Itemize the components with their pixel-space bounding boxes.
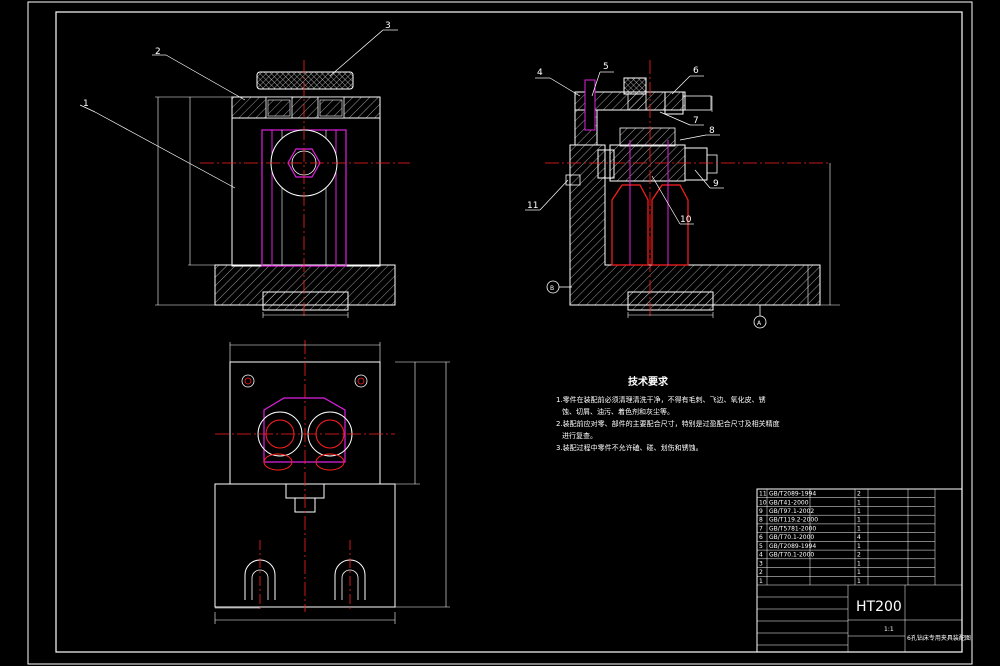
bom-qty: 1 xyxy=(857,569,861,576)
bom-code: GB/T5781-2000 xyxy=(769,525,816,532)
bom-qty: 2 xyxy=(857,552,861,559)
balloon-4: 4 xyxy=(537,68,543,78)
bom-code: GB/T41-2000 xyxy=(769,499,809,506)
balloon-10: 10 xyxy=(680,215,692,225)
tech-req-line: 蚀、切屑、油污、着色剂和灰尘等。 xyxy=(562,407,674,416)
balloon-7: 7 xyxy=(693,116,699,126)
tech-req-line: 1.零件在装配前必须清理清洗干净，不得有毛刺、飞边、氧化皮、锈 xyxy=(556,395,766,404)
balloon-3: 3 xyxy=(385,21,391,31)
material-label: HT200 xyxy=(856,599,902,615)
outer-frame xyxy=(27,1,973,665)
bom-no: 3 xyxy=(759,560,763,567)
balloon-2: 2 xyxy=(155,47,161,57)
bom-no: 1 xyxy=(759,578,763,585)
bom-code: GB/T119.2-2000 xyxy=(769,517,818,524)
bom-code: GB/T2089-1994 xyxy=(769,491,816,498)
balloon-1: 1 xyxy=(83,99,89,109)
balloon-8: 8 xyxy=(709,126,715,136)
bom-qty: 1 xyxy=(857,543,861,550)
bom-qty: 1 xyxy=(857,578,861,585)
datum-a: A xyxy=(757,320,762,327)
tech-req-line: 进行复查。 xyxy=(562,431,597,440)
bom-qty: 1 xyxy=(857,508,861,515)
title-block: 11 GB/T2089-1994 210 GB/T41-2000 19 GB/T97.1-… xyxy=(756,488,971,653)
bom-code: GB/T97.1-2002 xyxy=(769,508,814,515)
top-view xyxy=(214,340,450,624)
bom-no: 2 xyxy=(759,569,763,576)
balloon-6: 6 xyxy=(693,66,699,76)
bom-qty: 1 xyxy=(857,525,861,532)
scale-value: 1:1 xyxy=(884,626,894,633)
bom-qty: 2 xyxy=(857,491,861,498)
bom-no: 5 xyxy=(759,543,763,550)
bom-no: 6 xyxy=(759,534,763,541)
datum-b: B xyxy=(550,285,554,292)
tech-req-title: 技术要求 xyxy=(628,375,669,388)
bom-qty: 4 xyxy=(857,534,861,541)
technical-requirements: 技术要求 1.零件在装配前必须清理清洗干净，不得有毛刺、飞边、氧化皮、锈 蚀、切… xyxy=(556,375,780,452)
bom-qty: 1 xyxy=(857,517,861,524)
bom-code: GB/T70.1-2000 xyxy=(769,552,814,559)
section-view: B A 4 5 6 7 8 9 10 11 xyxy=(525,60,840,329)
bom-code: GB/T2089-1994 xyxy=(769,543,816,550)
tech-req-line: 2.装配前应对零、部件的主要配合尺寸，特别是过盈配合尺寸及相关精度 xyxy=(556,419,780,428)
bom-no: 11 xyxy=(759,491,767,498)
bom-no: 9 xyxy=(759,508,763,515)
balloon-9: 9 xyxy=(713,179,719,189)
drawing-title: 6孔钻床专用夹具装配图 xyxy=(907,634,971,642)
inner-frame xyxy=(55,11,963,653)
bom-no: 8 xyxy=(759,517,763,524)
balloon-5: 5 xyxy=(603,62,609,72)
front-view: 1 2 3 xyxy=(79,21,410,318)
bom-no: 10 xyxy=(759,499,767,506)
bom-no: 4 xyxy=(759,552,763,559)
cad-drawing: 1 2 3 B A 4 5 6 7 8 9 10 11 技术要求 1.零件在装配… xyxy=(27,1,973,665)
bom-code: GB/T70.1-2000 xyxy=(769,534,814,541)
balloon-11: 11 xyxy=(527,201,538,211)
tech-req-line: 3.装配过程中零件不允许磕、碰、划伤和锈蚀。 xyxy=(556,443,703,452)
bom-qty: 1 xyxy=(857,560,861,567)
bom-qty: 1 xyxy=(857,499,861,506)
bom-no: 7 xyxy=(759,525,763,532)
